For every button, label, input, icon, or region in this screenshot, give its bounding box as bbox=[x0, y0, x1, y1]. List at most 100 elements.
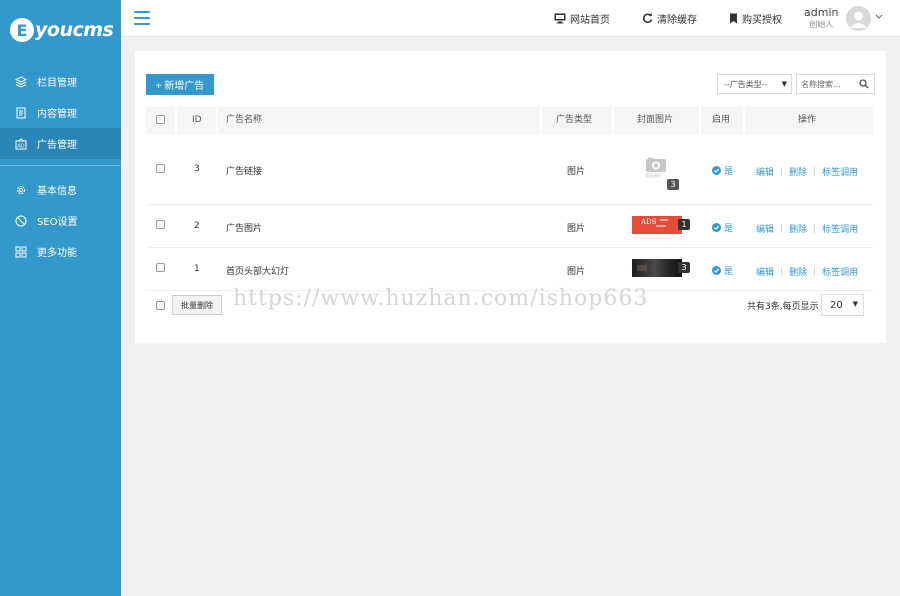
sidebar-divider bbox=[0, 165, 121, 166]
site-home-link[interactable]: 网站首页 bbox=[554, 11, 610, 26]
row-id: 1 bbox=[194, 264, 200, 274]
table-row: 2 广告图片 图片 ADS 1 是 编辑 | 删除 | 标签调用 bbox=[146, 205, 873, 248]
action-divider: | bbox=[780, 166, 784, 177]
delete-link[interactable]: 删除 bbox=[789, 222, 807, 235]
document-icon bbox=[15, 107, 27, 119]
svg-text:AD: AD bbox=[17, 143, 24, 149]
column-name: 广告名称 bbox=[226, 115, 263, 125]
clear-cache-label: 清除缓存 bbox=[657, 15, 697, 26]
enabled-status[interactable]: 是 bbox=[712, 264, 733, 277]
enabled-label: 是 bbox=[724, 224, 734, 234]
logo[interactable]: E youcms bbox=[0, 0, 121, 60]
search-input[interactable] bbox=[797, 75, 855, 93]
row-checkbox[interactable] bbox=[156, 263, 165, 272]
sidebar-item-seo[interactable]: SEO设置 bbox=[0, 205, 121, 236]
clear-cache-link[interactable]: 清除缓存 bbox=[642, 11, 697, 26]
tag-call-link[interactable]: 标签调用 bbox=[822, 265, 858, 278]
action-divider: | bbox=[813, 266, 817, 277]
sidebar-item-content[interactable]: 内容管理 bbox=[0, 97, 121, 128]
sidebar-item-label: 栏目管理 bbox=[37, 78, 77, 89]
delete-link[interactable]: 删除 bbox=[789, 265, 807, 278]
table-row: 1 首页头部大幻灯 图片 3 是 编辑 | 删除 | 标签调用 bbox=[146, 248, 873, 291]
top-header: 网站首页 清除缓存 购买授权 admin 创始人 bbox=[121, 0, 900, 37]
row-actions: 编辑 | 删除 | 标签调用 bbox=[756, 165, 858, 179]
sidebar-item-columns[interactable]: 栏目管理 bbox=[0, 66, 121, 97]
cover-caption: 暂无图片 bbox=[646, 173, 662, 178]
row-type: 图片 bbox=[567, 224, 586, 234]
row-checkbox[interactable] bbox=[156, 164, 165, 173]
page-size-select[interactable]: 20 ▼ bbox=[821, 294, 864, 316]
row-type: 图片 bbox=[567, 267, 586, 277]
chevron-down-icon[interactable] bbox=[875, 13, 883, 23]
batch-delete-button[interactable]: 批量删除 bbox=[172, 295, 222, 315]
cover-thumbnail[interactable] bbox=[632, 259, 682, 277]
bookmark-icon bbox=[729, 13, 738, 24]
enabled-status[interactable]: 是 bbox=[712, 221, 733, 234]
select-all-footer-checkbox[interactable] bbox=[156, 301, 165, 310]
cover-count-badge: 3 bbox=[667, 179, 679, 190]
logo-text: youcms bbox=[35, 19, 114, 41]
layers-icon bbox=[15, 75, 27, 88]
cover-thumbnail[interactable]: ADS bbox=[632, 216, 682, 234]
row-name: 广告图片 bbox=[226, 224, 263, 234]
column-type: 广告类型 bbox=[556, 115, 593, 125]
ad-type-select-value: --广告类型-- bbox=[724, 79, 768, 89]
column-cover: 封面图片 bbox=[637, 115, 674, 125]
watermark: https://www.huzhan.com/ishop663 bbox=[233, 286, 649, 311]
sidebar-item-label: 广告管理 bbox=[37, 140, 77, 151]
enabled-status[interactable]: 是 bbox=[712, 164, 733, 177]
sidebar-item-label: 基本信息 bbox=[37, 186, 77, 197]
tag-call-link[interactable]: 标签调用 bbox=[822, 222, 858, 235]
user-role: 创始人 bbox=[809, 20, 834, 29]
refresh-icon bbox=[642, 13, 653, 24]
cover-count-badge: 1 bbox=[678, 219, 690, 230]
avatar[interactable] bbox=[846, 6, 871, 31]
sidebar-item-label: SEO设置 bbox=[37, 217, 78, 228]
column-id[interactable]: ID bbox=[192, 107, 202, 134]
menu-toggle-icon[interactable] bbox=[134, 11, 150, 25]
action-divider: | bbox=[813, 223, 817, 234]
select-all-checkbox[interactable] bbox=[156, 115, 165, 124]
cover-caption: ADS bbox=[641, 218, 657, 226]
sidebar-item-basic-info[interactable]: 基本信息 bbox=[0, 174, 121, 205]
seo-icon bbox=[15, 215, 27, 227]
row-type: 图片 bbox=[567, 167, 586, 177]
row-actions: 编辑 | 删除 | 标签调用 bbox=[756, 222, 858, 236]
edit-link[interactable]: 编辑 bbox=[756, 165, 774, 178]
row-id: 2 bbox=[194, 221, 200, 231]
enabled-label: 是 bbox=[724, 267, 734, 277]
column-actions: 操作 bbox=[798, 115, 817, 125]
edit-link[interactable]: 编辑 bbox=[756, 222, 774, 235]
ad-icon: AD bbox=[15, 137, 27, 150]
pagination-total: 共有3条,每页显示 bbox=[747, 302, 819, 312]
check-circle-icon bbox=[712, 223, 721, 232]
row-id: 3 bbox=[194, 164, 200, 174]
row-checkbox[interactable] bbox=[156, 220, 165, 229]
sidebar-item-ads[interactable]: AD 广告管理 bbox=[0, 128, 121, 159]
search-icon[interactable] bbox=[859, 79, 869, 92]
grid-icon bbox=[15, 246, 27, 258]
buy-license-label: 购买授权 bbox=[742, 15, 782, 26]
logo-mark: E bbox=[10, 18, 34, 42]
sidebar-item-more[interactable]: 更多功能 bbox=[0, 236, 121, 267]
user-info[interactable]: admin 创始人 bbox=[804, 7, 838, 30]
buy-license-link[interactable]: 购买授权 bbox=[729, 11, 782, 26]
table-header: ID 广告名称 广告类型 封面图片 启用 操作 bbox=[146, 107, 873, 134]
edit-link[interactable]: 编辑 bbox=[756, 265, 774, 278]
cover-count-badge: 3 bbox=[678, 262, 690, 273]
ad-type-select[interactable]: --广告类型-- ▼ bbox=[717, 74, 792, 94]
check-circle-icon bbox=[712, 166, 721, 175]
tag-call-link[interactable]: 标签调用 bbox=[822, 165, 858, 178]
action-divider: | bbox=[780, 266, 784, 277]
row-name: 首页头部大幻灯 bbox=[226, 267, 290, 277]
add-ad-button[interactable]: + 新增广告 bbox=[146, 74, 214, 95]
user-name: admin bbox=[804, 6, 839, 19]
site-home-label: 网站首页 bbox=[570, 15, 610, 26]
caret-down-icon: ▼ bbox=[781, 80, 787, 88]
row-actions: 编辑 | 删除 | 标签调用 bbox=[756, 265, 858, 279]
delete-link[interactable]: 删除 bbox=[789, 165, 807, 178]
sidebar-item-label: 更多功能 bbox=[37, 248, 77, 259]
monitor-icon bbox=[554, 13, 566, 24]
check-circle-icon bbox=[712, 266, 721, 275]
search-box bbox=[796, 74, 875, 94]
